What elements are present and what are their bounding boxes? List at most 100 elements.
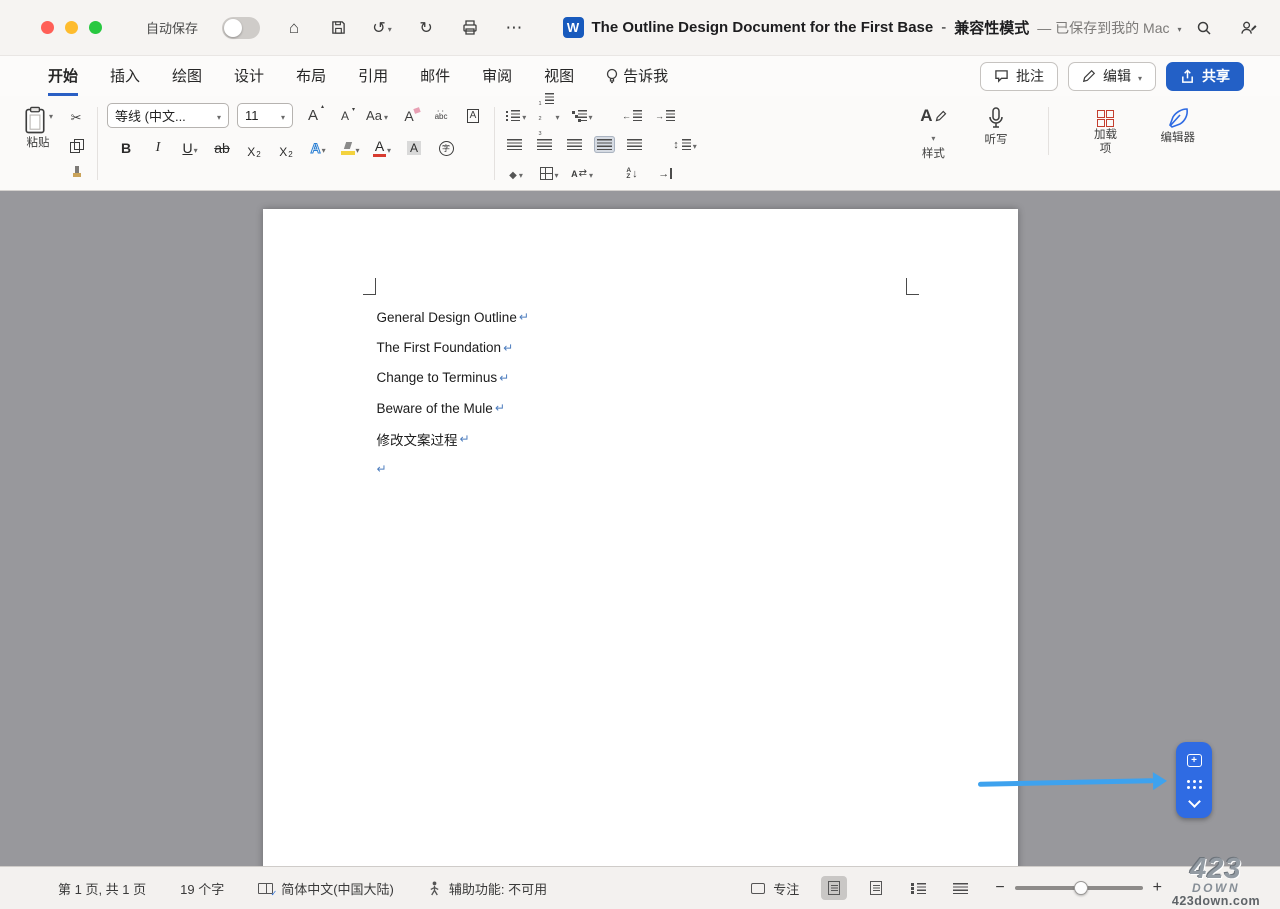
draft-view-button[interactable] — [947, 876, 973, 900]
bullet-list-caret[interactable] — [522, 108, 526, 123]
numbered-list-button[interactable] — [537, 105, 561, 127]
undo-caret[interactable] — [388, 19, 392, 37]
autosave-toggle[interactable] — [222, 17, 260, 39]
font-size-select[interactable]: 11 — [237, 103, 293, 128]
focus-mode-button[interactable]: 专注 — [751, 879, 799, 898]
distribute-button[interactable] — [624, 136, 645, 153]
underline-button[interactable]: U — [179, 137, 201, 159]
text-effects-caret[interactable] — [322, 140, 326, 156]
close-window-button[interactable] — [41, 21, 54, 34]
dictate-button[interactable]: 听写 — [978, 103, 1015, 151]
tab-references[interactable]: 引用 — [358, 56, 388, 96]
tab-view[interactable]: 视图 — [544, 56, 574, 96]
align-right-button[interactable] — [564, 136, 585, 153]
print-icon[interactable] — [460, 17, 480, 39]
borders-button[interactable] — [537, 163, 561, 185]
outline-view-button[interactable] — [905, 876, 931, 900]
tab-review[interactable]: 审阅 — [482, 56, 512, 96]
status-page-info[interactable]: 第 1 页, 共 1 页 — [58, 879, 146, 898]
styles-caret[interactable] — [931, 128, 935, 146]
show-formatting-marks-button[interactable] — [653, 163, 677, 185]
document-text[interactable]: General Design Outline↵ The First Founda… — [377, 302, 529, 484]
asian-layout-caret[interactable] — [589, 166, 593, 181]
status-word-count[interactable]: 19 个字 — [180, 879, 224, 898]
comments-button[interactable]: 批注 — [980, 62, 1058, 91]
minimize-window-button[interactable] — [65, 21, 78, 34]
font-color-button[interactable]: A — [371, 137, 393, 159]
tab-tell-me[interactable]: 告诉我 — [606, 56, 668, 96]
bullet-list-button[interactable] — [504, 105, 528, 127]
increase-indent-button[interactable] — [653, 105, 677, 127]
search-icon[interactable] — [1194, 17, 1214, 39]
tab-design[interactable]: 设计 — [234, 56, 264, 96]
title-caret[interactable] — [1177, 19, 1181, 37]
styles-button[interactable]: A 样式 — [913, 103, 953, 165]
font-color-caret[interactable] — [387, 140, 391, 156]
superscript-button[interactable]: X2 — [275, 137, 297, 159]
font-name-select[interactable]: 等线 (中文... — [107, 103, 229, 128]
feedback-icon[interactable] — [1238, 17, 1258, 39]
format-painter-icon[interactable] — [64, 161, 88, 183]
more-commands-icon[interactable] — [504, 17, 524, 39]
character-shading-button[interactable]: A — [403, 137, 425, 159]
zoom-in-button[interactable] — [1153, 879, 1162, 897]
floating-widget[interactable] — [1176, 742, 1212, 818]
zoom-window-button[interactable] — [89, 21, 102, 34]
sort-button[interactable] — [620, 163, 644, 185]
underline-caret[interactable] — [194, 140, 198, 156]
redo-button[interactable] — [416, 17, 436, 39]
highlight-caret[interactable] — [356, 140, 360, 156]
editor-button[interactable]: 编辑器 — [1154, 103, 1203, 149]
print-layout-view-button[interactable] — [821, 876, 847, 900]
tab-insert[interactable]: 插入 — [110, 56, 140, 96]
line-spacing-caret[interactable] — [693, 137, 697, 152]
web-layout-view-button[interactable] — [863, 876, 889, 900]
paste-button[interactable]: 粘贴 — [16, 103, 60, 154]
align-center-button[interactable] — [534, 136, 555, 153]
tab-mailings[interactable]: 邮件 — [420, 56, 450, 96]
status-language[interactable]: 简体中文(中国大陆) — [258, 879, 394, 898]
grid-dots-icon[interactable] — [1187, 780, 1190, 783]
save-icon[interactable] — [328, 17, 348, 39]
zoom-out-button[interactable] — [995, 879, 1004, 897]
undo-button[interactable] — [372, 17, 392, 39]
change-case-button[interactable]: Aa — [365, 105, 389, 127]
italic-button[interactable]: I — [147, 137, 169, 159]
cut-icon[interactable] — [64, 107, 88, 129]
align-left-button[interactable] — [504, 136, 525, 153]
subscript-button[interactable]: X2 — [243, 137, 265, 159]
copy-icon[interactable] — [64, 134, 88, 156]
decrease-indent-button[interactable] — [620, 105, 644, 127]
home-icon[interactable] — [284, 17, 304, 39]
zoom-slider-knob[interactable] — [1074, 881, 1088, 895]
tab-layout[interactable]: 布局 — [296, 56, 326, 96]
character-border-button[interactable]: A — [461, 105, 485, 127]
tab-home[interactable]: 开始 — [48, 56, 78, 96]
new-comment-icon[interactable] — [1187, 754, 1202, 767]
strikethrough-button[interactable]: ab — [211, 137, 233, 159]
paste-caret[interactable] — [49, 106, 53, 124]
share-button[interactable]: 共享 — [1166, 62, 1244, 91]
shrink-font-button[interactable]: A — [333, 105, 357, 127]
zoom-slider[interactable] — [1015, 886, 1143, 890]
enclose-characters-button[interactable]: 字 — [435, 137, 457, 159]
line-spacing-button[interactable] — [673, 134, 697, 156]
borders-caret[interactable] — [555, 166, 559, 181]
addins-button[interactable]: 加载项 — [1082, 103, 1130, 160]
text-effects-button[interactable]: A — [307, 137, 329, 159]
multilevel-list-caret[interactable] — [589, 108, 593, 123]
shading-caret[interactable] — [519, 166, 523, 181]
phonetic-guide-button[interactable]: abc — [429, 105, 453, 127]
highlight-color-button[interactable] — [339, 137, 361, 159]
numbered-list-caret[interactable] — [556, 108, 560, 123]
document-title[interactable]: The Outline Design Document for the Firs… — [592, 19, 934, 36]
tab-draw[interactable]: 绘图 — [172, 56, 202, 96]
grow-font-button[interactable]: A — [301, 105, 325, 127]
edit-mode-button[interactable]: 编辑 — [1068, 62, 1156, 91]
chevron-down-icon[interactable] — [1188, 795, 1201, 808]
multilevel-list-button[interactable] — [570, 105, 594, 127]
justify-button[interactable] — [594, 136, 615, 153]
bold-button[interactable]: B — [115, 137, 137, 159]
asian-layout-button[interactable]: A — [570, 163, 594, 185]
shading-button[interactable] — [504, 163, 528, 185]
